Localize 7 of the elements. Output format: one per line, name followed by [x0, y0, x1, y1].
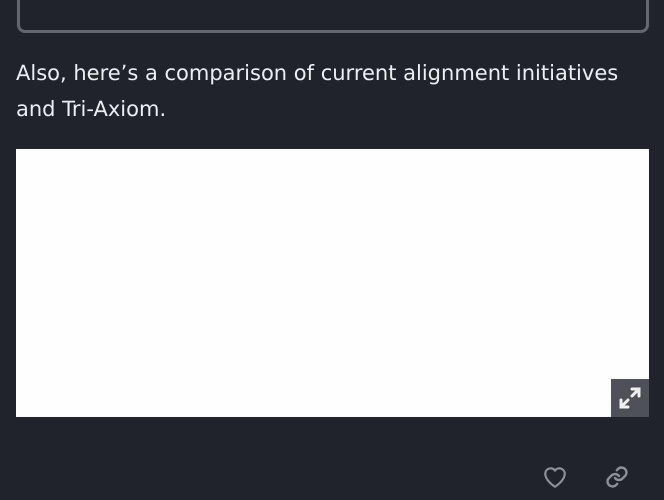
expand-icon	[618, 386, 642, 410]
heart-icon	[542, 465, 568, 489]
link-icon	[604, 465, 630, 489]
expand-button[interactable]	[611, 379, 649, 417]
paragraph: Also, here’s a comparison of current alignment initiatives and Tri-Axiom.	[16, 60, 620, 123]
like-button[interactable]	[542, 465, 568, 489]
share-link-button[interactable]	[604, 465, 630, 489]
